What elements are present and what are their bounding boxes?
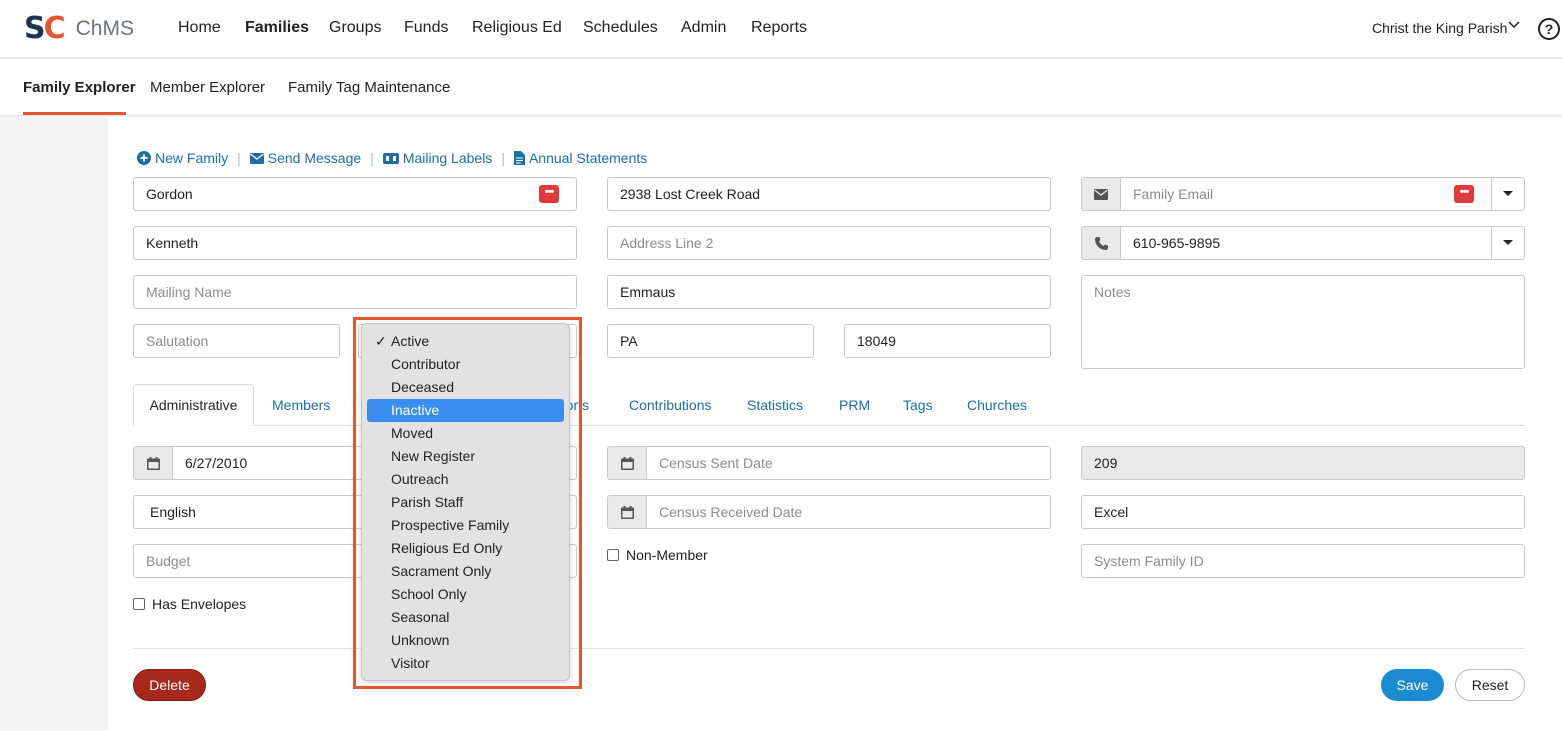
calendar-addon[interactable] bbox=[607, 495, 647, 529]
more-options-icon[interactable]: ••• bbox=[1454, 185, 1474, 203]
email-addon bbox=[1081, 177, 1121, 211]
app-logo[interactable]: SC ChMS bbox=[24, 12, 134, 46]
subnav-member-explorer[interactable]: Member Explorer bbox=[150, 79, 265, 96]
sub-navbar: Family Explorer Member Explorer Family T… bbox=[0, 59, 1562, 116]
nav-home[interactable]: Home bbox=[178, 18, 221, 38]
parish-selector[interactable]: Christ the King Parish bbox=[1372, 20, 1507, 36]
tab-prm[interactable]: PRM bbox=[839, 397, 870, 413]
census-received-date-input[interactable]: Census Received Date bbox=[646, 495, 1051, 529]
address-card-icon bbox=[382, 152, 399, 164]
tab-statistics[interactable]: Statistics bbox=[747, 397, 803, 413]
tab-administrative[interactable]: Administrative bbox=[133, 384, 254, 426]
calendar-icon bbox=[146, 456, 160, 470]
nav-schedules[interactable]: Schedules bbox=[583, 18, 658, 38]
send-message-link[interactable]: Send Message bbox=[249, 150, 361, 166]
tab-contributions[interactable]: Contributions bbox=[629, 397, 712, 413]
tabs-divider bbox=[133, 425, 1525, 426]
delete-button[interactable]: Delete bbox=[133, 669, 206, 701]
caret-down-icon bbox=[1503, 191, 1513, 196]
calendar-icon bbox=[620, 505, 634, 519]
tab-churches[interactable]: Churches bbox=[967, 397, 1027, 413]
tab-tags[interactable]: Tags bbox=[903, 397, 933, 413]
separator: | bbox=[370, 150, 374, 166]
footer-divider bbox=[133, 648, 1525, 649]
family-email-input[interactable]: Family Email bbox=[1120, 177, 1492, 211]
salutation-input[interactable]: Salutation bbox=[133, 324, 340, 358]
phone-input[interactable]: 610-965-9895 bbox=[1120, 226, 1492, 260]
calendar-addon[interactable] bbox=[133, 446, 173, 480]
highlight-box bbox=[353, 317, 582, 689]
annual-statements-link[interactable]: Annual Statements bbox=[513, 150, 647, 166]
source-input[interactable]: Excel bbox=[1081, 495, 1525, 529]
checkbox-box[interactable] bbox=[607, 549, 619, 561]
city-input[interactable]: Emmaus bbox=[607, 275, 1051, 309]
caret-down-icon bbox=[1503, 240, 1513, 245]
subnav-family-tag-maintenance[interactable]: Family Tag Maintenance bbox=[288, 79, 450, 96]
envelope-icon bbox=[1094, 188, 1108, 200]
calendar-icon bbox=[620, 456, 634, 470]
zip-input[interactable]: 18049 bbox=[844, 324, 1051, 358]
more-options-icon[interactable]: ••• bbox=[539, 185, 559, 203]
first-name-input[interactable]: Kenneth bbox=[133, 226, 577, 260]
system-family-id-input[interactable]: System Family ID bbox=[1081, 544, 1525, 578]
phone-addon bbox=[1081, 226, 1121, 260]
calendar-addon[interactable] bbox=[607, 446, 647, 480]
phone-dropdown-button[interactable] bbox=[1491, 226, 1525, 260]
nav-funds[interactable]: Funds bbox=[404, 18, 448, 38]
document-icon bbox=[513, 151, 525, 165]
chevron-down-icon[interactable] bbox=[1506, 17, 1522, 33]
action-links: New Family | Send Message | Mailing Labe… bbox=[137, 150, 647, 166]
phone-icon bbox=[1094, 236, 1108, 250]
active-tab-underline bbox=[23, 112, 126, 115]
app-name: ChMS bbox=[75, 17, 134, 40]
plus-circle-icon bbox=[137, 151, 151, 165]
nav-families[interactable]: Families bbox=[245, 18, 309, 38]
help-icon[interactable]: ? bbox=[1538, 18, 1560, 40]
top-navbar: SC ChMS Home Families Groups Funds Relig… bbox=[0, 0, 1562, 58]
checkbox-box[interactable] bbox=[133, 598, 145, 610]
last-name-input[interactable]: Gordon bbox=[133, 177, 577, 211]
address-line2-input[interactable]: Address Line 2 bbox=[607, 226, 1051, 260]
notes-textarea[interactable]: Notes bbox=[1081, 275, 1525, 369]
tab-members[interactable]: Members bbox=[272, 397, 330, 413]
email-dropdown-button[interactable] bbox=[1491, 177, 1525, 211]
subnav-family-explorer[interactable]: Family Explorer bbox=[23, 79, 136, 96]
separator: | bbox=[237, 150, 241, 166]
census-sent-date-input[interactable]: Census Sent Date bbox=[646, 446, 1051, 480]
nav-religious-ed[interactable]: Religious Ed bbox=[472, 18, 562, 38]
non-member-checkbox[interactable]: Non-Member bbox=[607, 547, 708, 563]
family-number-field: 209 bbox=[1081, 446, 1525, 480]
separator: | bbox=[501, 150, 505, 166]
nav-admin[interactable]: Admin bbox=[681, 18, 726, 38]
save-button[interactable]: Save bbox=[1381, 669, 1444, 701]
envelope-icon bbox=[249, 152, 264, 164]
address-line1-input[interactable]: 2938 Lost Creek Road bbox=[607, 177, 1051, 211]
mailing-name-input[interactable]: Mailing Name bbox=[133, 275, 577, 309]
logo-mark: SC bbox=[24, 11, 66, 46]
state-input[interactable]: PA bbox=[607, 324, 814, 358]
new-family-link[interactable]: New Family bbox=[137, 150, 228, 166]
has-envelopes-checkbox[interactable]: Has Envelopes bbox=[133, 596, 246, 612]
nav-reports[interactable]: Reports bbox=[751, 18, 807, 38]
nav-groups[interactable]: Groups bbox=[329, 18, 381, 38]
reset-button[interactable]: Reset bbox=[1455, 669, 1525, 701]
mailing-labels-link[interactable]: Mailing Labels bbox=[382, 150, 492, 166]
